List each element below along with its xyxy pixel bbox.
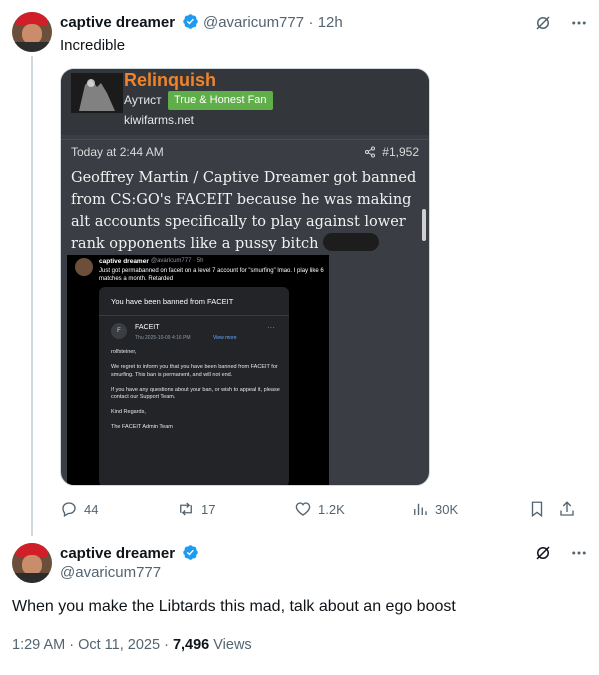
views-button[interactable]: 30K (411, 500, 458, 518)
like-button[interactable]: 1.2K (294, 500, 345, 518)
post-text: Incredible (60, 37, 126, 54)
bookmark-icon (531, 501, 543, 518)
screenshot-author-name: captive dreamer (99, 258, 149, 265)
bookmark-button[interactable] (528, 500, 546, 518)
more-icon[interactable] (570, 544, 588, 562)
views-count: 30K (435, 501, 459, 517)
repost-icon (180, 502, 192, 516)
reply-icon (62, 502, 76, 517)
repost-button[interactable]: 17 (177, 500, 215, 518)
post-time[interactable]: 12h (318, 14, 343, 31)
email-sender: FACEIT (135, 324, 160, 331)
grok-icon[interactable] (534, 544, 552, 562)
more-icon: ··· (267, 323, 275, 332)
grok-icon[interactable] (534, 14, 552, 32)
separator-dot: · (308, 14, 318, 31)
like-count: 1.2K (318, 501, 345, 517)
email-card: You have been banned from FACEIT F FACEI… (99, 287, 289, 485)
email-body: rolfsteiner, We regret to inform you tha… (111, 349, 280, 430)
post-header-actions (534, 544, 588, 562)
forum-post-text: Geoffrey Martin / Captive Dreamer got ba… (71, 167, 421, 255)
post-metadata: 1:29 AM · Oct 11, 2025 · 7,496 Views (12, 637, 252, 653)
email-sender-logo: F (111, 323, 127, 339)
repost-count: 17 (201, 501, 216, 517)
scrollbar[interactable] (422, 209, 426, 241)
author-name[interactable]: captive dreamer (60, 545, 175, 562)
post-timestamp[interactable]: 1:29 AM · Oct 11, 2025 · (12, 637, 173, 653)
post-text: When you make the Libtards this mad, tal… (12, 598, 456, 615)
post-header-actions (534, 14, 588, 32)
forum-badge: True & Honest Fan (168, 91, 273, 110)
views-count: 7,496 (172, 637, 210, 653)
share-icon (365, 146, 376, 158)
views-icon (414, 503, 427, 515)
post-header: captive dreamer @avaricum777 · 12h (60, 13, 343, 32)
reply-button[interactable]: 44 (60, 500, 98, 518)
verified-badge-icon (182, 545, 198, 560)
forum-rank: Аутист (124, 93, 162, 107)
forum-post-number: #1,952 (364, 145, 419, 159)
thread-line (31, 56, 33, 536)
avatar (75, 258, 93, 276)
forum-post-timestamp: Today at 2:44 AM (71, 145, 164, 159)
embedded-screenshot: captive dreamer @avaricum777 · 5h Just g… (67, 255, 329, 485)
heart-icon (295, 502, 311, 516)
email-view-more: View more (213, 335, 237, 341)
email-date: Thu 2025-10-09 4:16 PM (135, 335, 191, 341)
reply-count: 44 (84, 501, 99, 517)
more-icon[interactable] (570, 14, 588, 32)
emoji-image (323, 233, 380, 251)
forum-username: Relinquish (124, 70, 217, 90)
author-name[interactable]: captive dreamer (60, 14, 175, 31)
author-handle[interactable]: @avaricum777 (203, 14, 304, 31)
verified-badge-icon (182, 14, 198, 29)
author-handle[interactable]: @avaricum777 (60, 564, 161, 581)
post-actions: 44 17 1.2K 30K (60, 500, 580, 520)
share-button[interactable] (558, 500, 576, 518)
forum-avatar (71, 73, 123, 113)
divider (61, 139, 429, 140)
forum-site: kiwifarms.net (124, 113, 195, 127)
avatar[interactable] (12, 543, 52, 583)
post-header: captive dreamer (60, 544, 199, 563)
post-number-label: #1,952 (382, 145, 419, 159)
screenshot-author-handle: @avaricum777 · 5h (151, 258, 204, 264)
post-image[interactable]: Relinquish Аутист True & Honest Fan kiwi… (60, 68, 430, 486)
avatar[interactable] (12, 12, 52, 52)
share-icon (560, 501, 574, 516)
email-title: You have been banned from FACEIT (111, 297, 234, 306)
views-label: Views (209, 637, 252, 653)
screenshot-text: Just got permabanned on faceit on a leve… (99, 268, 324, 282)
divider (99, 315, 289, 316)
